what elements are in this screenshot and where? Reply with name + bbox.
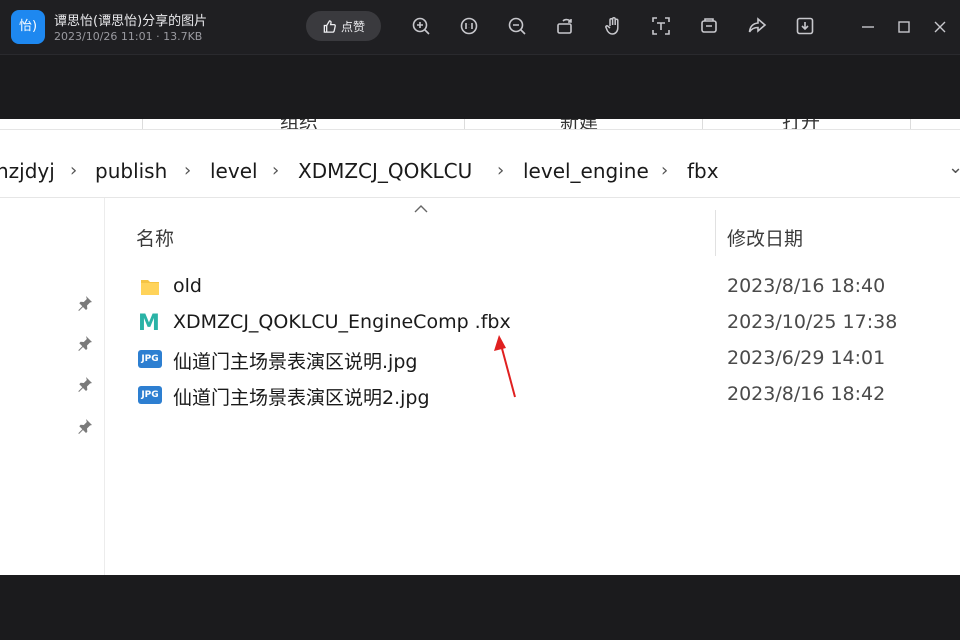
close-icon[interactable] (928, 15, 952, 39)
rotate-icon[interactable] (554, 15, 578, 39)
like-button[interactable]: 点赞 (306, 11, 381, 41)
zoom-in-icon[interactable] (410, 15, 434, 39)
screenshot-icon[interactable] (698, 15, 722, 39)
like-label: 点赞 (340, 19, 365, 34)
maximize-icon[interactable] (892, 15, 916, 39)
annotation-arrow (494, 335, 516, 398)
thumbs-up-icon (323, 19, 336, 33)
actual-size-icon[interactable] (458, 15, 482, 39)
text-extract-icon[interactable] (650, 15, 674, 39)
share-icon[interactable] (746, 15, 770, 39)
zoom-out-icon[interactable] (506, 15, 530, 39)
app-icon: 怡) (11, 10, 45, 44)
hand-icon[interactable] (602, 15, 626, 39)
image-meta: 2023/10/26 11:01 · 13.7KB (54, 30, 203, 43)
minimize-icon[interactable] (856, 15, 880, 39)
viewer-title-bar: 怡) 谭思怡(谭思怡)分享的图片 2023/10/26 11:01 · 13.7… (0, 0, 960, 55)
image-title: 谭思怡(谭思怡)分享的图片 (54, 14, 208, 29)
download-icon[interactable] (794, 15, 818, 39)
screenshot-image: 组织 新建 打开 nzjdyj › publish › level › XDMZ… (0, 119, 960, 575)
